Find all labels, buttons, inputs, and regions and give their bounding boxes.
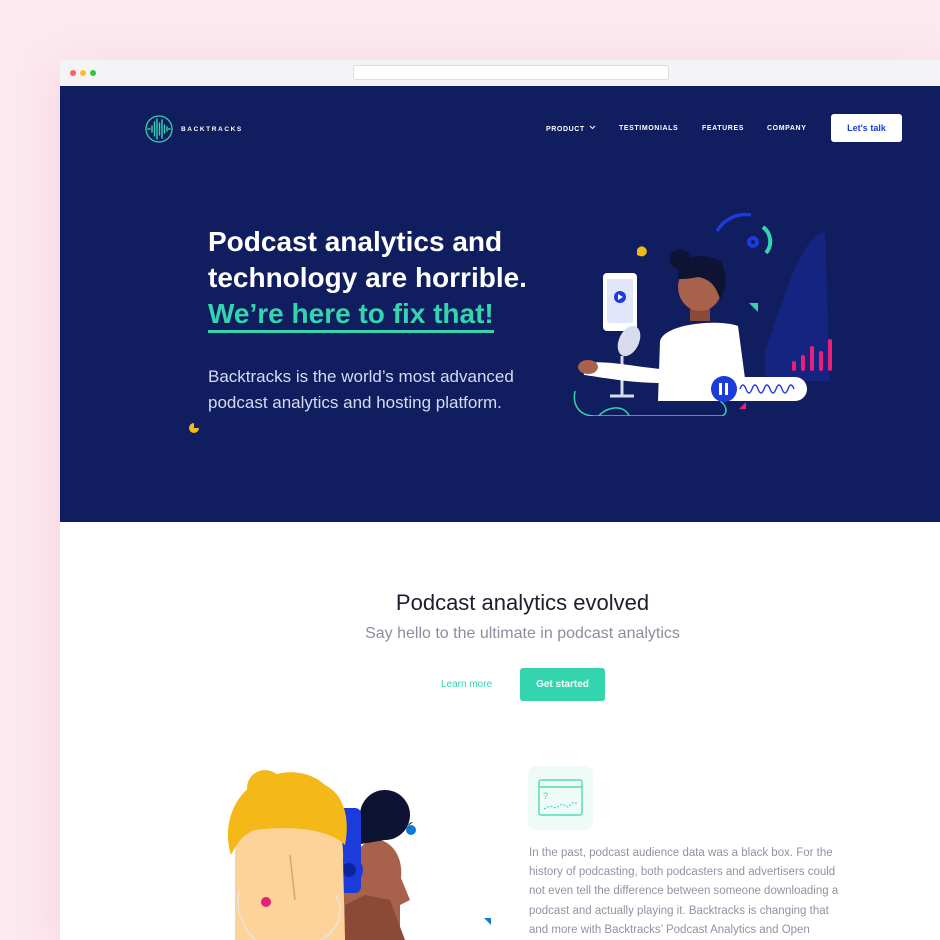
nav-item-company[interactable]: COMPANY	[767, 125, 806, 132]
hero-section: BACKTRACKS PRODUCT TESTIMONIALS FEATURES…	[60, 86, 940, 522]
browser-window: BACKTRACKS PRODUCT TESTIMONIALS FEATURES…	[60, 60, 940, 940]
address-bar[interactable]	[353, 65, 669, 80]
hero-headline: Podcast analytics and technology are hor…	[208, 224, 568, 333]
close-window-icon[interactable]	[70, 70, 76, 76]
maximize-window-icon[interactable]	[90, 70, 96, 76]
section-subtitle: Say hello to the ultimate in podcast ana…	[365, 625, 680, 642]
feature-icon-container: ?	[528, 766, 593, 830]
section-title: Podcast analytics evolved	[395, 590, 650, 615]
svg-text:?: ?	[543, 791, 548, 801]
nav-item-product[interactable]: PRODUCT	[546, 125, 596, 133]
brand-logo[interactable]: BACKTRACKS	[144, 114, 243, 144]
headline-accent: We’re here to fix that!	[208, 299, 494, 333]
nav-item-features[interactable]: FEATURES	[702, 125, 744, 132]
lets-talk-button[interactable]: Let's talk	[831, 114, 902, 142]
decor-shape-yellow	[189, 423, 199, 433]
browser-toolbar	[60, 60, 940, 87]
feature-body-text: In the past, podcast audience data was a…	[529, 847, 839, 936]
hero-subcopy: Backtracks is the world’s most advanced …	[208, 367, 514, 412]
headline-line-2: technology are horrible.	[208, 262, 527, 293]
learn-more-link[interactable]: Learn more	[441, 679, 492, 690]
chevron-down-icon	[590, 125, 596, 130]
get-started-button[interactable]: Get started	[520, 668, 605, 701]
soundwave-logo-icon	[145, 115, 173, 143]
minimize-window-icon[interactable]	[80, 70, 86, 76]
headline-line-1: Podcast analytics and	[208, 226, 503, 257]
listeners-illustration	[227, 770, 491, 940]
nav-item-testimonials[interactable]: TESTIMONIALS	[619, 125, 678, 132]
analytics-window-icon: ?	[538, 779, 583, 816]
nav-item-label: PRODUCT	[546, 126, 585, 133]
brand-name: BACKTRACKS	[181, 125, 243, 133]
podcaster-illustration	[573, 212, 832, 416]
